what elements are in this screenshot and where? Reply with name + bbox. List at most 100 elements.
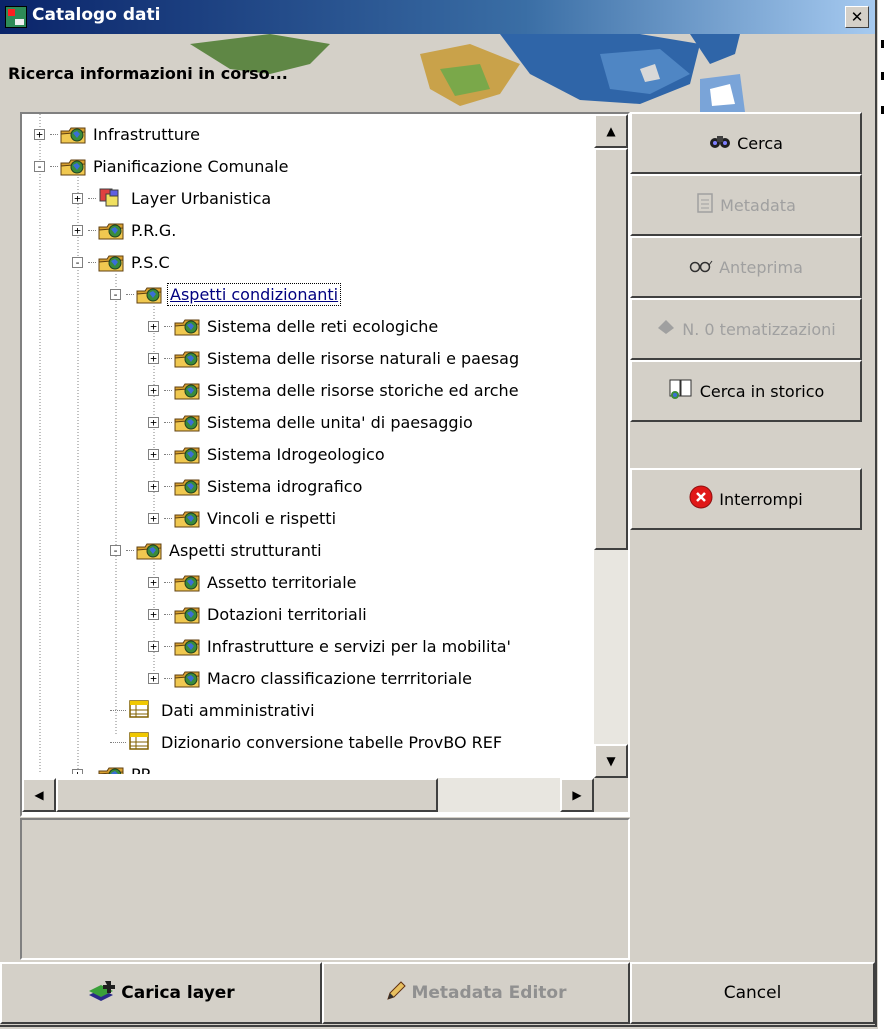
horizontal-scrollbar[interactable]: ◀ ▶ bbox=[22, 778, 594, 812]
tree-node[interactable]: + Dotazioni territoriali bbox=[148, 598, 369, 630]
expand-toggle[interactable]: + bbox=[148, 352, 159, 364]
folder-globe-icon bbox=[136, 539, 162, 561]
tree-node-label[interactable]: Aspetti strutturanti bbox=[167, 540, 324, 561]
expand-toggle[interactable]: + bbox=[72, 224, 83, 236]
expand-toggle[interactable]: + bbox=[148, 480, 159, 492]
tree-node-label[interactable]: Sistema Idrogeologico bbox=[205, 444, 387, 465]
tree-connector bbox=[126, 293, 134, 295]
cerca-storico-button[interactable]: Cerca in storico bbox=[630, 360, 862, 422]
tree-node-label[interactable]: Infrastrutture e servizi per la mobilita… bbox=[205, 636, 513, 657]
collapse-toggle[interactable]: - bbox=[110, 544, 121, 556]
tree-rows: + Infrastrutture - Pianificazione Comunale +… bbox=[22, 114, 594, 774]
tree-node-label[interactable]: Dati amministrativi bbox=[159, 700, 317, 721]
scroll-up-button[interactable]: ▲ bbox=[594, 114, 628, 148]
anteprima-button[interactable]: Anteprima bbox=[630, 236, 862, 298]
tree-node-label[interactable]: P.R.G. bbox=[129, 220, 178, 241]
tree-node-label[interactable]: PP bbox=[129, 764, 152, 775]
horizontal-scroll-thumb[interactable] bbox=[56, 778, 438, 812]
expand-toggle[interactable]: + bbox=[148, 640, 159, 652]
collapse-toggle[interactable]: - bbox=[72, 256, 83, 268]
tree-node-label[interactable]: Sistema delle reti ecologiche bbox=[205, 316, 440, 337]
tree-node[interactable]: - Pianificazione Comunale bbox=[34, 150, 290, 182]
carica-layer-label: Carica layer bbox=[121, 983, 235, 1003]
cancel-button[interactable]: Cancel bbox=[630, 962, 875, 1024]
scroll-down-button[interactable]: ▼ bbox=[594, 744, 628, 778]
tree-node-label[interactable]: Assetto territoriale bbox=[205, 572, 359, 593]
tree-node-label[interactable]: Aspetti condizionanti bbox=[167, 282, 342, 306]
tree-node[interactable]: + Infrastrutture bbox=[34, 118, 202, 150]
expand-toggle[interactable]: + bbox=[148, 512, 159, 524]
tree-node-label[interactable]: Sistema delle risorse naturali e paesag bbox=[205, 348, 521, 369]
tree-connector bbox=[164, 421, 172, 423]
scroll-left-button[interactable]: ◀ bbox=[22, 778, 56, 812]
tematizzazioni-label: N. 0 tematizzazioni bbox=[682, 319, 836, 339]
tree-node[interactable]: Dizionario conversione tabelle ProvBO RE… bbox=[110, 726, 504, 758]
expand-toggle[interactable]: + bbox=[148, 448, 159, 460]
expand-toggle[interactable]: + bbox=[72, 768, 83, 774]
tree-node[interactable]: + Sistema delle unita' di paesaggio bbox=[148, 406, 475, 438]
expand-toggle[interactable]: + bbox=[72, 192, 83, 204]
tree-connector bbox=[164, 613, 172, 615]
tree-node[interactable]: + PP bbox=[72, 758, 152, 774]
expand-toggle[interactable]: + bbox=[148, 384, 159, 396]
tree-node[interactable]: + Infrastrutture e servizi per la mobilit… bbox=[148, 630, 513, 662]
folder-globe-icon bbox=[136, 283, 162, 305]
scroll-corner bbox=[594, 778, 628, 812]
tree-node[interactable]: + Sistema delle risorse storiche ed arche bbox=[148, 374, 521, 406]
catalog-tree[interactable]: + Infrastrutture - Pianificazione Comunale +… bbox=[20, 112, 630, 817]
tree-node-label[interactable]: P.S.C bbox=[129, 252, 172, 273]
expand-toggle[interactable]: + bbox=[148, 608, 159, 620]
tree-node-label[interactable]: Layer Urbanistica bbox=[129, 188, 273, 209]
carica-layer-button[interactable]: Carica layer bbox=[0, 962, 322, 1024]
tree-node-label[interactable]: Dizionario conversione tabelle ProvBO RE… bbox=[159, 732, 504, 753]
scroll-right-button[interactable]: ▶ bbox=[560, 778, 594, 812]
tematizzazioni-button[interactable]: N. 0 tematizzazioni bbox=[630, 298, 862, 360]
tree-connector bbox=[164, 677, 172, 679]
tree-node-label[interactable]: Dotazioni territoriali bbox=[205, 604, 369, 625]
title-bar[interactable]: Catalogo dati ✕ bbox=[0, 0, 875, 34]
tree-node[interactable]: + P.R.G. bbox=[72, 214, 178, 246]
interrompi-button[interactable]: Interrompi bbox=[630, 468, 862, 530]
tree-node-label[interactable]: Sistema delle unita' di paesaggio bbox=[205, 412, 475, 433]
tree-leaf-connector bbox=[110, 741, 126, 743]
vertical-scroll-thumb[interactable] bbox=[594, 148, 628, 550]
tree-node[interactable]: + Vincoli e rispetti bbox=[148, 502, 338, 534]
tree-node[interactable]: + Layer Urbanistica bbox=[72, 182, 273, 214]
tree-node[interactable]: + Macro classificazione terrritoriale bbox=[148, 662, 474, 694]
collapse-toggle[interactable]: - bbox=[110, 288, 121, 300]
tree-node[interactable]: + Sistema Idrogeologico bbox=[148, 438, 387, 470]
tree-node-label[interactable]: Infrastrutture bbox=[91, 124, 202, 145]
tree-node[interactable]: + Sistema idrografico bbox=[148, 470, 364, 502]
tree-node[interactable]: - Aspetti condizionanti bbox=[110, 278, 342, 310]
expand-toggle[interactable]: + bbox=[148, 416, 159, 428]
tree-node[interactable]: + Assetto territoriale bbox=[148, 566, 359, 598]
metadata-button[interactable]: Metadata bbox=[630, 174, 862, 236]
tree-node-label[interactable]: Pianificazione Comunale bbox=[91, 156, 290, 177]
folder-globe-icon bbox=[174, 603, 200, 625]
expand-toggle[interactable]: + bbox=[148, 320, 159, 332]
tree-node-label[interactable]: Sistema delle risorse storiche ed arche bbox=[205, 380, 521, 401]
banner: Ricerca informazioni in corso... bbox=[0, 34, 875, 112]
metadata-editor-button[interactable]: Metadata Editor bbox=[322, 962, 630, 1024]
status-text: Ricerca informazioni in corso... bbox=[8, 64, 288, 83]
expand-toggle[interactable]: + bbox=[148, 672, 159, 684]
folder-globe-icon bbox=[174, 379, 200, 401]
tree-node-label[interactable]: Macro classificazione terrritoriale bbox=[205, 668, 474, 689]
tree-node-label[interactable]: Vincoli e rispetti bbox=[205, 508, 338, 529]
tree-connector bbox=[88, 229, 96, 231]
tree-node[interactable]: + Sistema delle reti ecologiche bbox=[148, 310, 440, 342]
tree-connector bbox=[88, 261, 96, 263]
tree-node[interactable]: - Aspetti strutturanti bbox=[110, 534, 324, 566]
tree-node[interactable]: - P.S.C bbox=[72, 246, 172, 278]
expand-toggle[interactable]: + bbox=[148, 576, 159, 588]
close-button[interactable]: ✕ bbox=[845, 6, 869, 28]
tree-node[interactable]: Dati amministrativi bbox=[110, 694, 317, 726]
folder-globe-icon bbox=[174, 443, 200, 465]
vertical-scrollbar[interactable]: ▲ ▼ bbox=[594, 114, 628, 778]
cerca-button[interactable]: Cerca bbox=[630, 112, 862, 174]
tree-node-label[interactable]: Sistema idrografico bbox=[205, 476, 364, 497]
table-icon bbox=[128, 731, 154, 753]
collapse-toggle[interactable]: - bbox=[34, 160, 45, 172]
tree-node[interactable]: + Sistema delle risorse naturali e paesag bbox=[148, 342, 521, 374]
expand-toggle[interactable]: + bbox=[34, 128, 45, 140]
